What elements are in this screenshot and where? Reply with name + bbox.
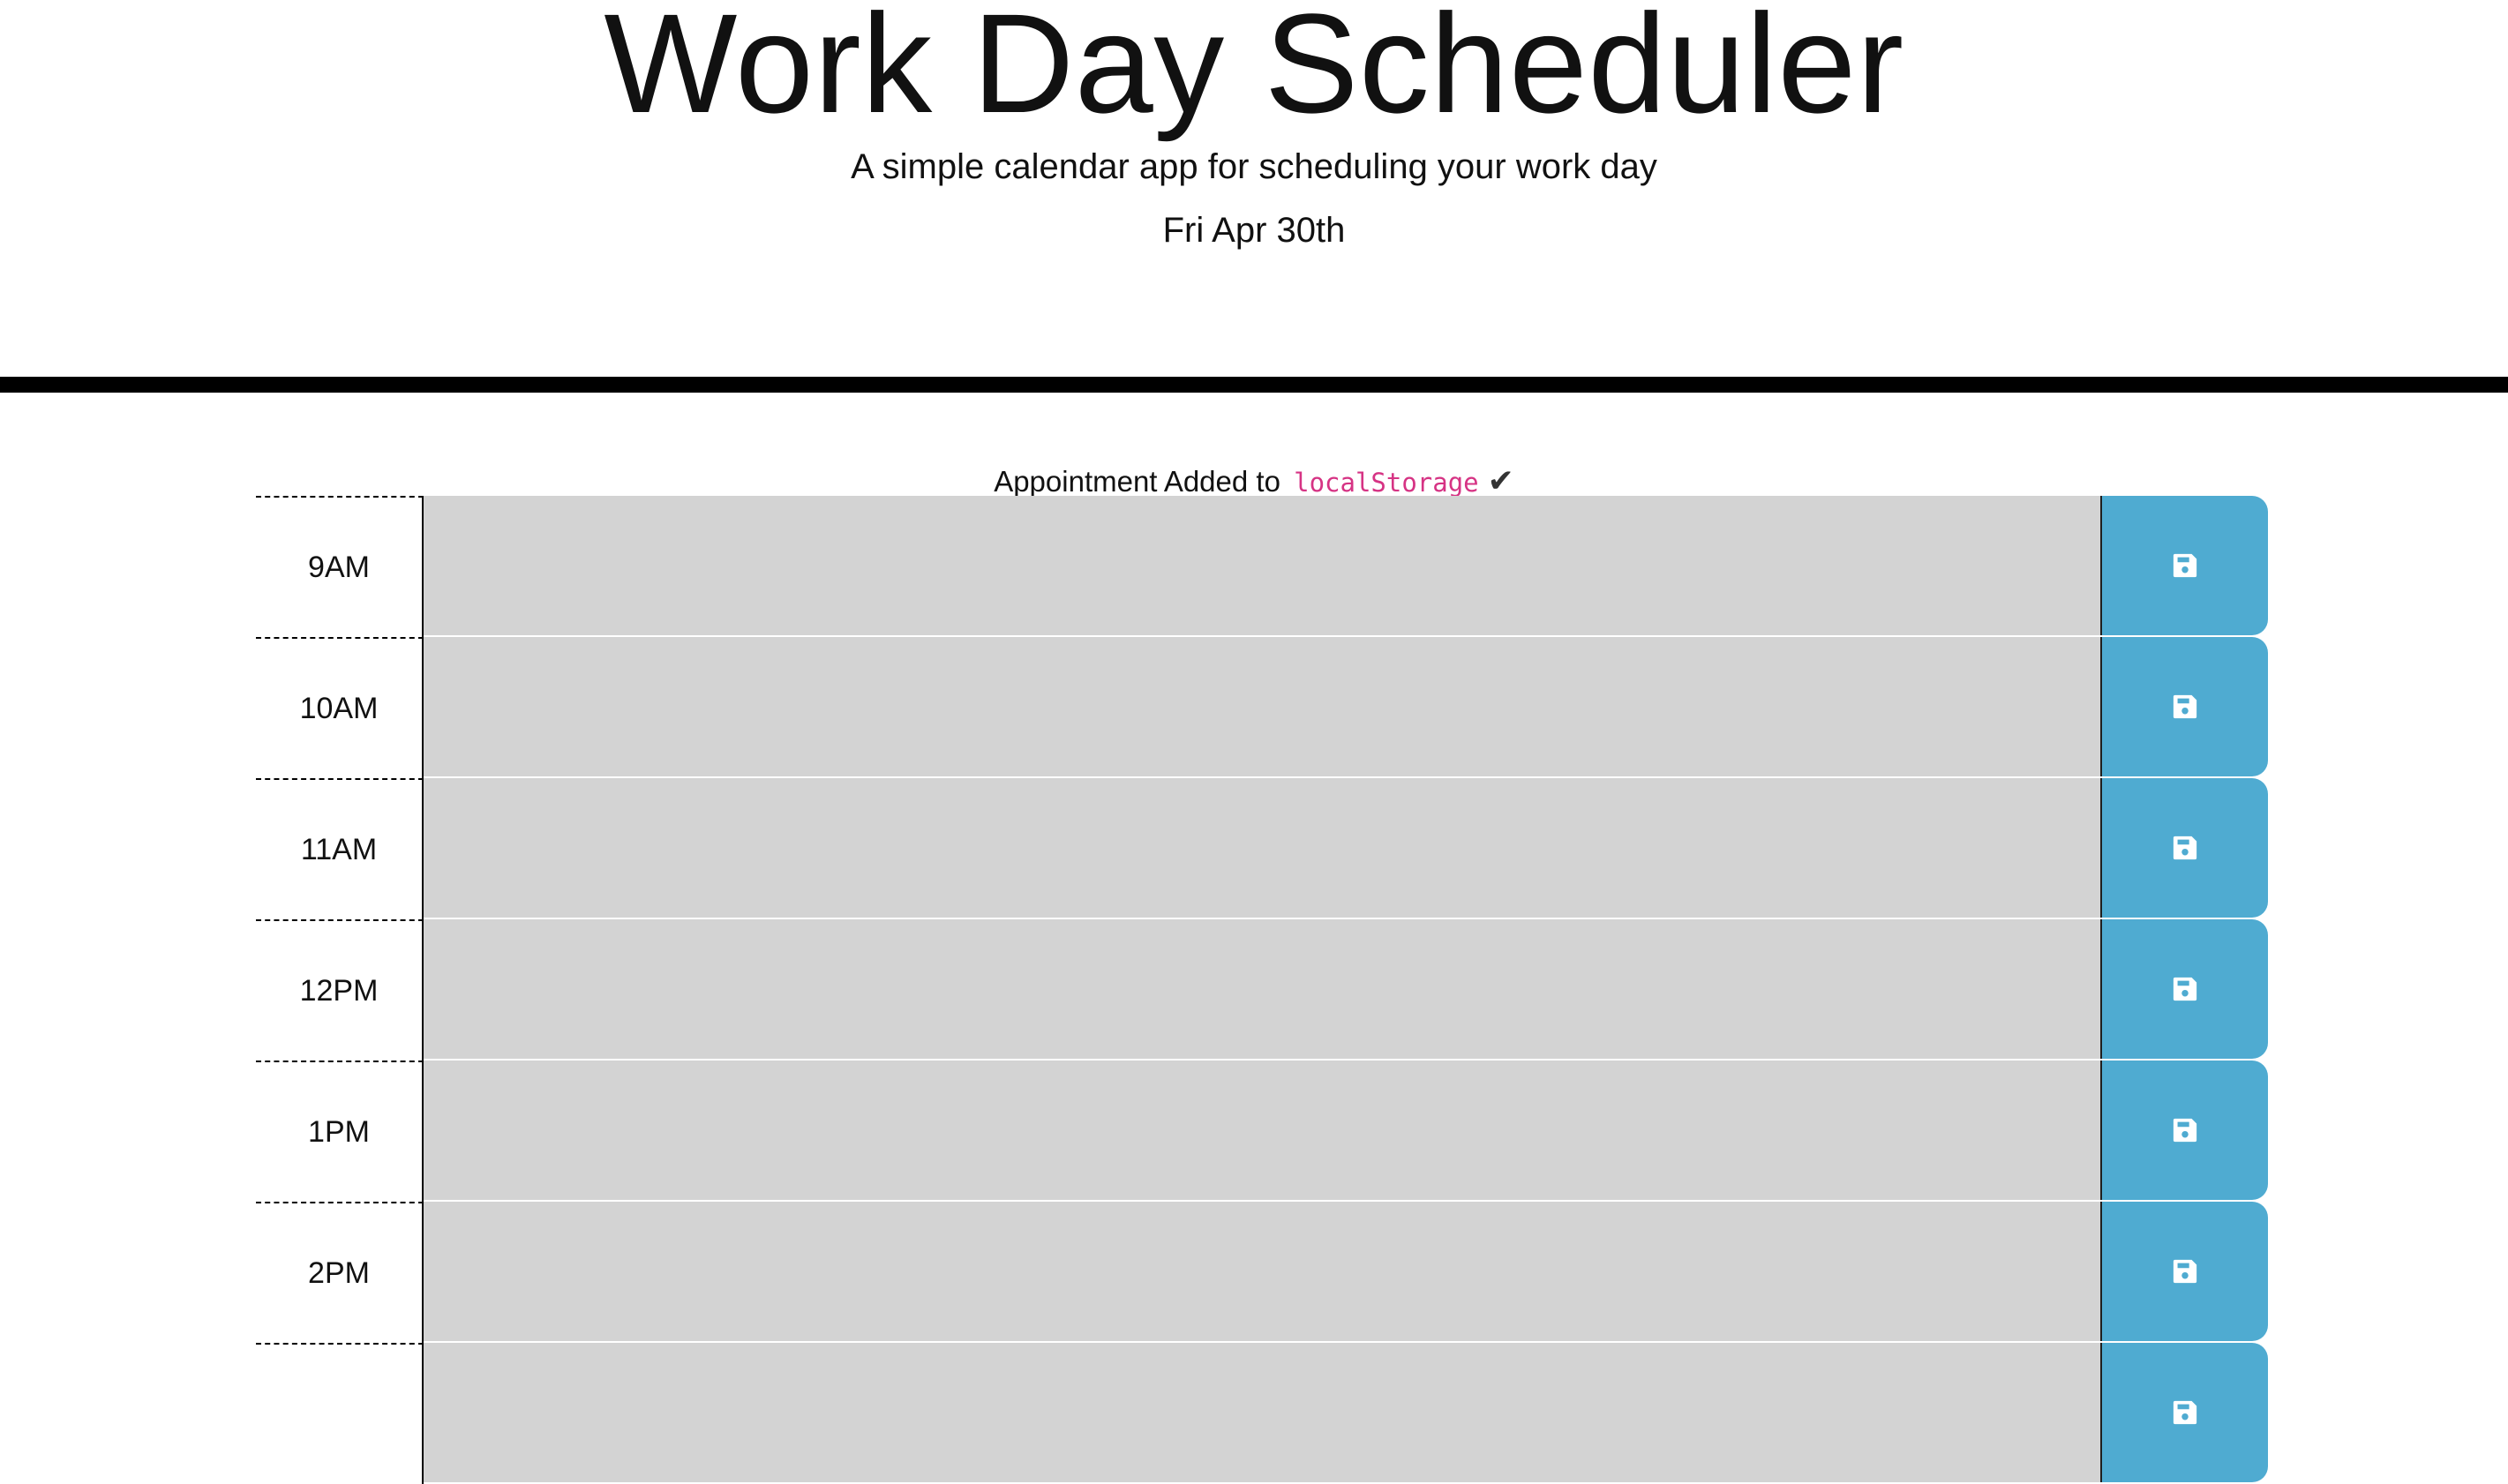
- page-subtitle: A simple calendar app for scheduling you…: [851, 147, 1657, 186]
- hour-label: 2PM: [256, 1202, 424, 1343]
- timeblock-row: 9AM: [256, 496, 2268, 637]
- hour-label: 10AM: [256, 637, 424, 778]
- floppy-disk-icon: [2172, 552, 2198, 579]
- timeblock-row: 10AM: [256, 637, 2268, 778]
- floppy-disk-icon: [2172, 976, 2198, 1002]
- save-button[interactable]: [2100, 637, 2268, 776]
- floppy-disk-icon: [2172, 1399, 2198, 1426]
- hour-label: 11AM: [256, 778, 424, 919]
- floppy-disk-icon: [2172, 1258, 2198, 1285]
- save-button[interactable]: [2100, 1202, 2268, 1341]
- timeblock-row: 2PM: [256, 1202, 2268, 1343]
- floppy-disk-icon: [2172, 693, 2198, 720]
- description-input[interactable]: [424, 1061, 2100, 1202]
- description-input[interactable]: [424, 637, 2100, 778]
- save-button[interactable]: [2100, 1061, 2268, 1200]
- timeblock-row: 12PM: [256, 919, 2268, 1061]
- hour-label: 1PM: [256, 1061, 424, 1202]
- description-input[interactable]: [424, 1343, 2100, 1484]
- page-title: Work Day Scheduler: [604, 0, 1904, 142]
- timeblock-list: 9AM 10AM 11AM 12PM 1PM 2PM: [256, 496, 2268, 1484]
- save-notice-text: Appointment Added to: [994, 465, 1280, 498]
- description-input[interactable]: [424, 778, 2100, 919]
- save-notice-code: localStorage: [1294, 468, 1479, 498]
- description-input[interactable]: [424, 496, 2100, 637]
- timeblock-row: 11AM: [256, 778, 2268, 919]
- hour-label: 12PM: [256, 919, 424, 1061]
- timeblock-row: 1PM: [256, 1061, 2268, 1202]
- hour-label: 9AM: [256, 496, 424, 637]
- floppy-disk-icon: [2172, 1117, 2198, 1143]
- floppy-disk-icon: [2172, 835, 2198, 861]
- save-button[interactable]: [2100, 1343, 2268, 1482]
- page-header: Work Day Scheduler A simple calendar app…: [0, 0, 2508, 393]
- description-input[interactable]: [424, 1202, 2100, 1343]
- hour-label: [256, 1343, 424, 1484]
- save-button[interactable]: [2100, 496, 2268, 635]
- save-button[interactable]: [2100, 778, 2268, 918]
- checkmark-icon: ✔: [1487, 462, 1514, 498]
- description-input[interactable]: [424, 919, 2100, 1061]
- current-day: Fri Apr 30th: [1162, 211, 1346, 250]
- save-button[interactable]: [2100, 919, 2268, 1059]
- timeblock-row: [256, 1343, 2268, 1484]
